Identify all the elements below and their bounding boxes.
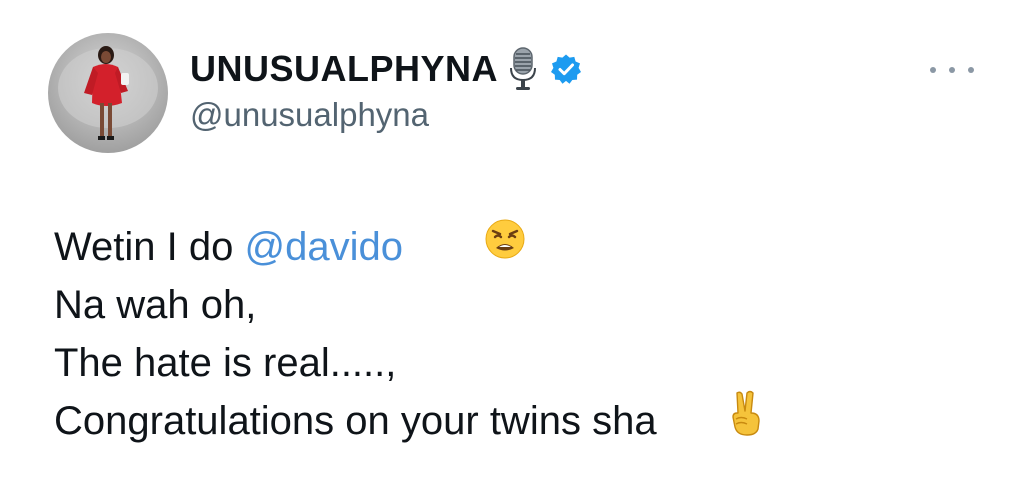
tweet-line-4: Congratulations on your twins sha (54, 390, 765, 450)
tweet-line-1-text: Wetin I do (54, 225, 245, 269)
avatar-image (58, 46, 158, 140)
more-options-button[interactable] (930, 60, 974, 80)
display-name[interactable]: UNUSUALPHYNA (190, 51, 498, 87)
weary-face-emoji (417, 160, 526, 334)
tweet-line-2: Na wah oh, (54, 276, 765, 334)
author-handle[interactable]: @unusualphyna (190, 98, 429, 131)
mention-link[interactable]: @davido (244, 218, 402, 276)
more-dot (949, 67, 955, 73)
verified-badge-icon[interactable] (550, 53, 582, 85)
tweet-line-1: Wetin I do @davido (54, 218, 765, 276)
tweet-line-3: The hate is real....., (54, 334, 765, 392)
tweet-line-2-text: Na wah oh, (54, 283, 257, 327)
tweet-line-3-text: The hate is real....., (54, 341, 397, 385)
tweet-line-4-text: Congratulations on your twins sha (54, 399, 657, 443)
more-horizontal-icon (930, 67, 936, 73)
more-dot (968, 67, 974, 73)
avatar[interactable] (48, 33, 168, 153)
tweet-text: Wetin I do @davido Na wah oh, The hate i… (54, 218, 765, 450)
author-name-row: UNUSUALPHYNA (190, 44, 582, 94)
victory-hand-emoji (661, 331, 766, 491)
microphone-icon (508, 46, 538, 92)
